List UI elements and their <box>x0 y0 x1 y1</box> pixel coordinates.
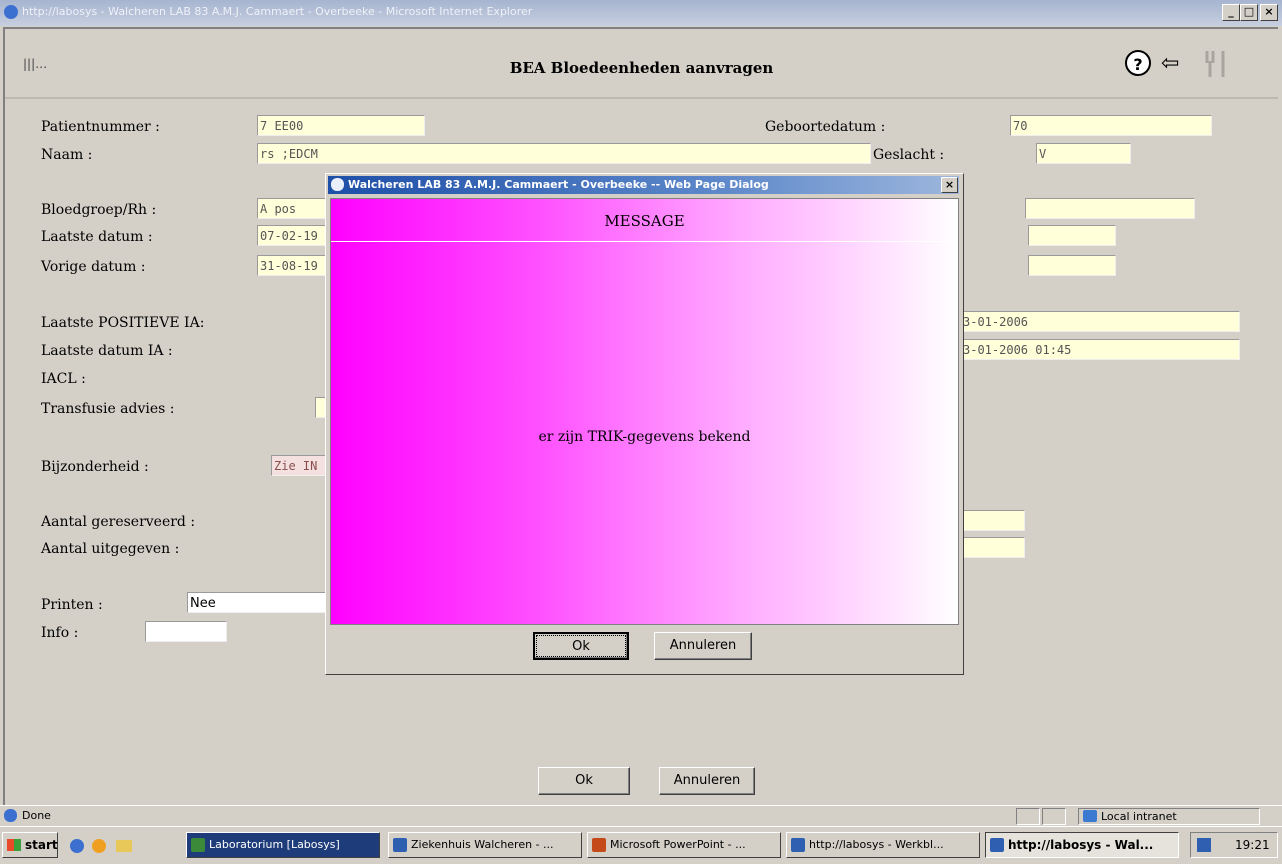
system-tray: 19:21 <box>1190 832 1278 858</box>
laatste-positieve-ia-label: Laatste POSITIEVE IA: <box>41 315 205 331</box>
task-ie-icon <box>990 838 1004 852</box>
task-label: Laboratorium [Labosys] <box>209 838 340 851</box>
status-cell-1 <box>1016 808 1040 825</box>
status-text: Done <box>22 809 51 822</box>
info-label: Info : <box>41 625 79 641</box>
task-label: Ziekenhuis Walcheren - ... <box>411 838 554 851</box>
task-label: http://labosys - Wal... <box>1008 838 1154 852</box>
dialog-annuleren-button[interactable]: Annuleren <box>654 632 752 660</box>
dialog-body: MESSAGE er zijn TRIK-gegevens bekend <box>330 198 959 625</box>
printen-label: Printen : <box>41 597 103 613</box>
task-laboratorium[interactable]: Laboratorium [Labosys] <box>186 832 380 858</box>
aantal-uitgegeven-field <box>960 537 1025 558</box>
zone-panel: Local intranet <box>1078 808 1260 825</box>
annuleren-button[interactable]: Annuleren <box>659 767 755 795</box>
quicklaunch-clock-icon[interactable] <box>92 839 106 853</box>
task-powerpoint[interactable]: Microsoft PowerPoint - ... <box>587 832 781 858</box>
quicklaunch-folder-icon[interactable] <box>116 840 132 852</box>
done-icon <box>4 809 17 822</box>
naam-label: Naam : <box>41 147 93 163</box>
ie-icon <box>4 5 18 19</box>
window-title-bar: http://labosys - Walcheren LAB 83 A.M.J.… <box>0 0 1282 26</box>
bijzonderheid-label: Bijzonderheid : <box>41 459 149 475</box>
intranet-icon <box>1083 810 1097 822</box>
dialog-ie-icon <box>331 178 344 191</box>
task-label: Microsoft PowerPoint - ... <box>610 838 746 851</box>
aantal-gereserveerd-field <box>960 510 1025 531</box>
right-field-1 <box>1025 198 1195 219</box>
task-ie-icon <box>791 838 805 852</box>
aantal-uitgegeven-label: Aantal uitgegeven : <box>41 541 180 557</box>
message-dialog: Walcheren LAB 83 A.M.J. Cammaert - Overb… <box>325 173 964 675</box>
windows-flag-icon <box>7 839 21 851</box>
clock: 19:21 <box>1235 838 1270 852</box>
geslacht-label: Geslacht : <box>873 147 945 163</box>
ok-button[interactable]: Ok <box>538 767 630 795</box>
dialog-close-button[interactable]: × <box>941 177 958 193</box>
dialog-ok-button[interactable]: Ok <box>533 632 629 660</box>
task-ie-icon <box>393 838 407 852</box>
info-input[interactable] <box>145 621 227 642</box>
dialog-title-bar: Walcheren LAB 83 A.M.J. Cammaert - Overb… <box>328 176 959 194</box>
help-icon[interactable]: ? <box>1125 50 1151 76</box>
transfusie-advies-label: Transfusie advies : <box>41 401 175 417</box>
geboortedatum-label: Geboortedatum : <box>765 119 886 135</box>
status-cell-2 <box>1042 808 1066 825</box>
dialog-ok-label: Ok <box>572 639 590 654</box>
start-label: start <box>25 838 58 852</box>
patientnummer-label: Patientnummer : <box>41 119 160 135</box>
task-ziekenhuis[interactable]: Ziekenhuis Walcheren - ... <box>388 832 582 858</box>
bloedgroep-label: Bloedgroep/Rh : <box>41 202 157 218</box>
page-title: BEA Bloedeenheden aanvragen <box>509 59 774 77</box>
zone-text: Local intranet <box>1101 810 1177 823</box>
vorige-datum-label: Vorige datum : <box>41 259 146 275</box>
status-bar: Done Local intranet <box>0 805 1282 826</box>
geslacht-field: V <box>1036 143 1131 164</box>
quicklaunch-ie-icon[interactable] <box>70 839 84 853</box>
task-app-icon <box>191 838 205 852</box>
message-header: MESSAGE <box>331 199 958 242</box>
right-field-2 <box>1028 225 1116 246</box>
back-arrow-icon[interactable]: ⇦ <box>1161 51 1179 76</box>
printen-select[interactable]: Nee <box>187 592 337 613</box>
iacl-label: IACL : <box>41 371 86 387</box>
laatste-datum-label: Laatste datum : <box>41 229 153 245</box>
start-button[interactable]: start <box>2 832 58 858</box>
right-field-3 <box>1028 255 1116 276</box>
patientnummer-field: 7 EE00 <box>257 115 425 136</box>
geboortedatum-field: 70 <box>1010 115 1212 136</box>
fork-icon-svg <box>1205 51 1225 77</box>
task-werkbl[interactable]: http://labosys - Werkbl... <box>786 832 980 858</box>
minimize-button[interactable]: _ <box>1222 4 1240 21</box>
taskbar: start Laboratorium [Labosys] Ziekenhuis … <box>0 826 1282 864</box>
laatste-datum-ia-field: 3-01-2006 01:45 <box>960 339 1240 360</box>
tray-shield-icon[interactable] <box>1197 838 1211 852</box>
naam-field: rs ;EDCM <box>257 143 871 164</box>
laatste-datum-ia-label: Laatste datum IA : <box>41 343 173 359</box>
maximize-button[interactable]: □ <box>1240 4 1258 21</box>
help-glyph: ? <box>1133 55 1143 74</box>
dialog-title: Walcheren LAB 83 A.M.J. Cammaert - Overb… <box>348 178 769 191</box>
close-button[interactable]: × <box>1260 4 1278 21</box>
laatste-positieve-ia-field: 3-01-2006 <box>960 311 1240 332</box>
page-header: |||… BEA Bloedeenheden aanvragen ? ⇦ <box>5 29 1278 99</box>
task-labosys-active[interactable]: http://labosys - Wal... <box>985 832 1179 858</box>
window-title: http://labosys - Walcheren LAB 83 A.M.J.… <box>22 5 533 18</box>
message-text: er zijn TRIK-gegevens bekend <box>538 429 751 445</box>
task-label: http://labosys - Werkbl... <box>809 838 944 851</box>
aantal-gereserveerd-label: Aantal gereserveerd : <box>41 514 196 530</box>
task-powerpoint-icon <box>592 838 606 852</box>
fork-icon <box>1203 49 1229 79</box>
